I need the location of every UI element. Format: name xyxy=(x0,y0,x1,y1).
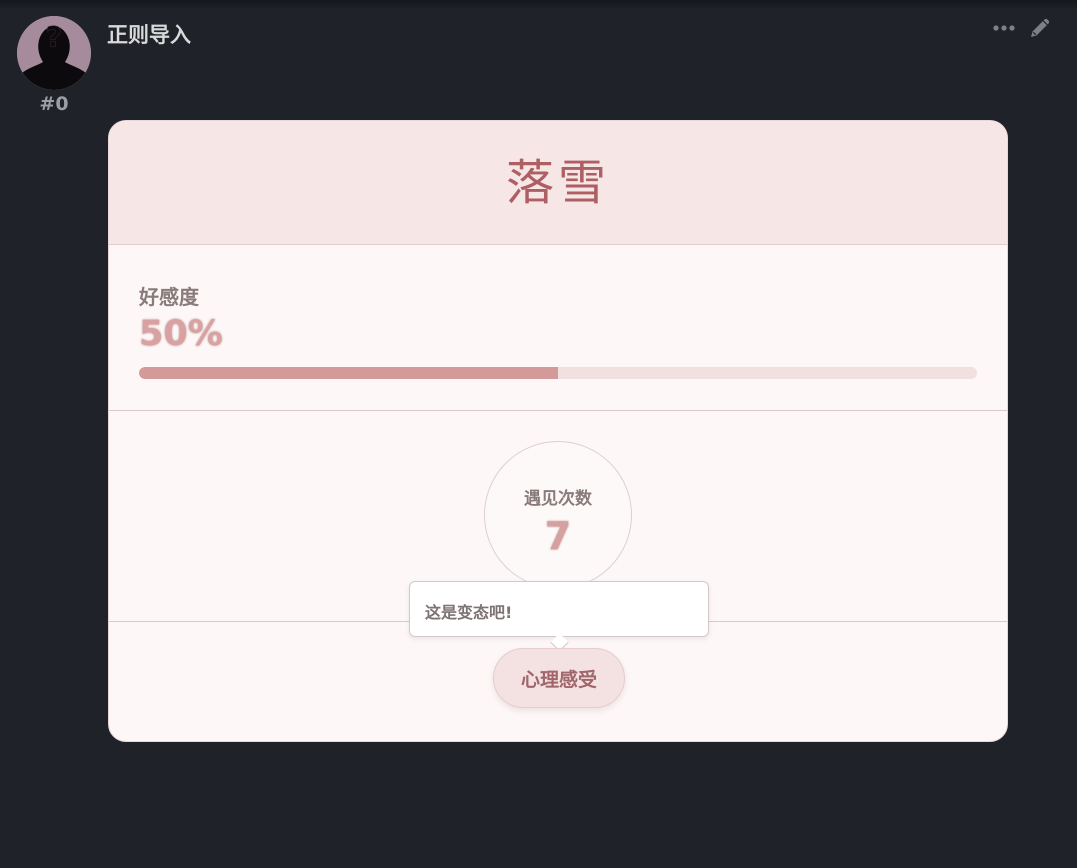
svg-text:?: ? xyxy=(46,20,62,53)
favor-progress-fill xyxy=(139,367,558,379)
feel-button[interactable]: 心理感受 xyxy=(493,648,625,708)
avatar[interactable]: ? xyxy=(17,16,91,90)
favor-progress-bar xyxy=(139,367,977,379)
character-status-card: 落雪 好感度 50% 遇见次数 7 这是变态吧! 心理感受 xyxy=(108,120,1008,742)
card-title: 落雪 xyxy=(505,154,610,211)
favor-value: 50% xyxy=(139,314,223,354)
card-header: 落雪 xyxy=(109,121,1007,245)
encounter-count-value: 7 xyxy=(544,514,572,558)
ellipsis-icon[interactable] xyxy=(992,16,1016,40)
message-actions xyxy=(992,16,1052,40)
encounter-count-circle: 遇见次数 7 xyxy=(484,441,632,589)
mystery-silhouette-icon: ? xyxy=(17,16,91,90)
pencil-icon[interactable] xyxy=(1028,16,1052,40)
favor-label: 好感度 xyxy=(139,285,199,309)
character-name: 正则导入 xyxy=(107,23,191,47)
message-index: #0 xyxy=(39,93,69,115)
encounter-count-label: 遇见次数 xyxy=(524,489,592,509)
divider xyxy=(109,410,1007,411)
tooltip: 这是变态吧! xyxy=(409,581,709,652)
top-bar-shadow xyxy=(0,0,1077,10)
tooltip-text: 这是变态吧! xyxy=(425,603,513,622)
